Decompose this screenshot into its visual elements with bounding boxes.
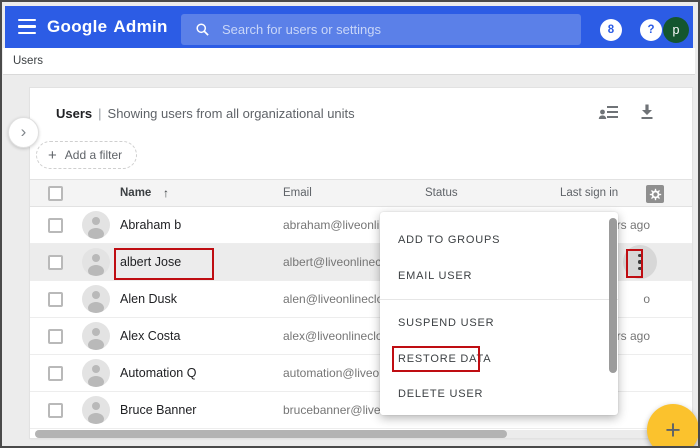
plus-icon: + [665, 414, 681, 445]
user-avatar-icon [82, 285, 110, 313]
panel-subtitle: Showing users from all organizational un… [107, 106, 355, 121]
avatar-initial: p [672, 23, 680, 37]
row-checkbox[interactable] [48, 218, 63, 233]
breadcrumb[interactable]: Users [3, 48, 695, 75]
menu-item-add-to-groups[interactable]: ADD TO GROUPS [380, 222, 618, 258]
user-name[interactable]: Abraham b [120, 207, 181, 244]
admin-console-window: Google Admin 8 ? p Users › Users | Showing … [0, 0, 700, 448]
menu-item-email-user[interactable]: EMAIL USER [380, 258, 618, 294]
table-header-row: Name ↑ Email Status Last sign in [30, 179, 692, 207]
app-title-google: Google [47, 17, 108, 36]
search-icon [196, 23, 209, 36]
user-avatar-icon [82, 396, 110, 424]
more-actions-button[interactable] [623, 245, 657, 279]
horizontal-scrollbar-track [35, 430, 687, 438]
search-bar[interactable] [181, 14, 581, 45]
column-header-status[interactable]: Status [425, 180, 458, 206]
user-avatar-icon [82, 211, 110, 239]
menu-divider [380, 299, 618, 300]
row-checkbox[interactable] [48, 403, 63, 418]
table-settings-button[interactable] [646, 185, 664, 203]
highlight-box-restore-data [392, 346, 480, 372]
column-header-email[interactable]: Email [283, 180, 312, 206]
user-name[interactable]: albert Jose [120, 244, 181, 281]
user-actions-context-menu: ADD TO GROUPS EMAIL USER SUSPEND USER RE… [380, 212, 618, 415]
panel-title: Users | Showing users from all organizatio… [56, 106, 355, 121]
add-user-fab[interactable]: + [647, 404, 698, 446]
user-avatar-icon [82, 359, 110, 387]
app-bar: Google Admin 8 ? p [5, 6, 693, 48]
row-checkbox[interactable] [48, 329, 63, 344]
app-title: Google Admin [47, 6, 168, 48]
badge-count: 8 [607, 24, 615, 36]
user-avatar-icon [82, 248, 110, 276]
hamburger-menu-icon[interactable] [18, 19, 36, 34]
menu-item-delete-user[interactable]: DELETE USER [380, 376, 618, 412]
help-icon: ? [647, 24, 655, 36]
column-header-name[interactable]: Name [120, 180, 151, 206]
user-avatar-icon [82, 322, 110, 350]
add-filter-label: Add a filter [64, 148, 123, 162]
user-name[interactable]: Bruce Banner [120, 392, 196, 429]
search-input[interactable] [222, 22, 562, 37]
gear-icon [649, 188, 661, 200]
horizontal-scrollbar-thumb[interactable] [35, 430, 507, 438]
manage-columns-icon[interactable] [598, 103, 620, 121]
sort-ascending-icon[interactable]: ↑ [163, 180, 169, 206]
plus-icon: + [48, 146, 57, 164]
account-avatar[interactable]: p [663, 17, 689, 43]
user-name[interactable]: Alex Costa [120, 318, 180, 355]
panel-title-main: Users [56, 106, 93, 121]
chevron-right-icon: › [20, 122, 27, 141]
user-name[interactable]: Automation Q [120, 355, 196, 392]
help-button[interactable]: ? [640, 19, 662, 41]
user-name[interactable]: Alen Dusk [120, 281, 177, 318]
app-title-admin: Admin [113, 17, 168, 36]
select-all-checkbox[interactable] [48, 186, 63, 201]
menu-scrollbar-thumb[interactable] [609, 218, 617, 373]
notifications-badge-button[interactable]: 8 [600, 19, 622, 41]
menu-item-suspend-user[interactable]: SUSPEND USER [380, 305, 618, 341]
column-header-last-sign-in[interactable]: Last sign in [560, 180, 618, 206]
breadcrumb-label: Users [13, 55, 44, 67]
download-icon[interactable] [638, 103, 656, 121]
row-checkbox[interactable] [48, 255, 63, 270]
expand-panel-button[interactable]: › [8, 117, 39, 148]
row-checkbox[interactable] [48, 366, 63, 381]
add-filter-button[interactable]: + Add a filter [36, 141, 138, 169]
panel-title-separator: | [98, 106, 102, 121]
row-checkbox[interactable] [48, 292, 63, 307]
